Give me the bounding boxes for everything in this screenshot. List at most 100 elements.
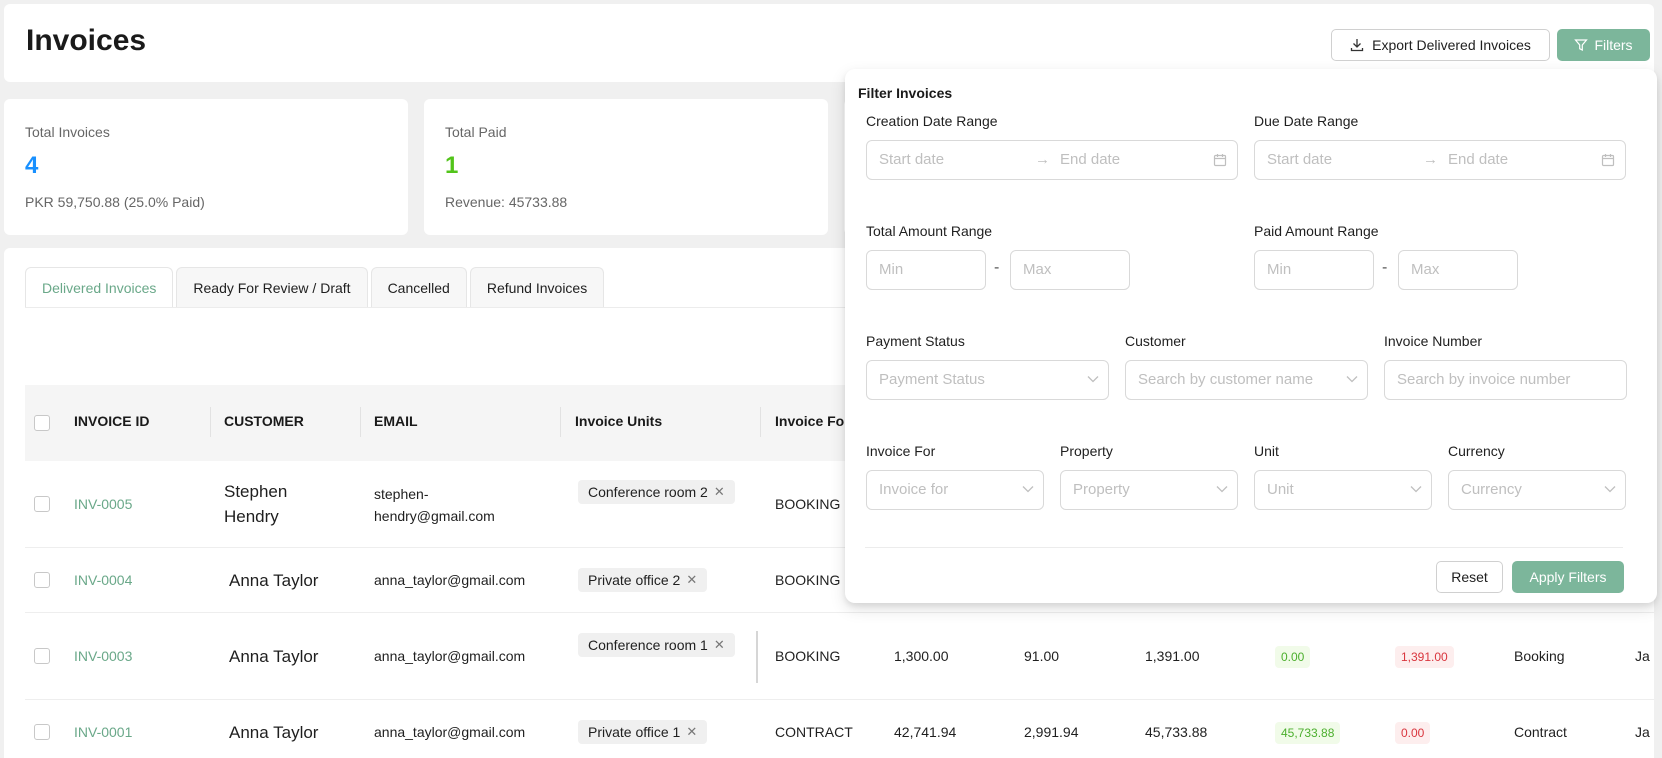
customer-placeholder: Search by customer name [1138, 371, 1314, 388]
page-title: Invoices [26, 24, 147, 57]
invoice-id-link[interactable]: INV-0004 [74, 572, 132, 588]
invoice-number-placeholder: Search by invoice number [1397, 371, 1571, 388]
currency-placeholder: Currency [1461, 481, 1522, 498]
column-header-invoice-units[interactable]: Invoice Units [575, 413, 662, 429]
paid-amount-max-input[interactable]: Max [1398, 250, 1518, 290]
customer-name: Anna Taylor [229, 723, 319, 742]
filters-button-label: Filters [1594, 37, 1633, 53]
invoice-for: BOOKING [775, 648, 841, 664]
table-row[interactable]: INV-0003 Anna Taylor anna_taylor@gmail.c… [25, 613, 1654, 700]
date-cell-fragment: Ja [1635, 724, 1650, 740]
tab-ready-for-review-draft[interactable]: Ready For Review / Draft [176, 267, 368, 307]
select-all-checkbox[interactable] [34, 415, 50, 431]
customer-label: Customer [1125, 333, 1186, 349]
apply-filters-button[interactable]: Apply Filters [1512, 561, 1624, 593]
end-date-input[interactable]: End date [1060, 151, 1120, 168]
stat-value: 4 [25, 152, 39, 179]
total-invoices-card: Total Invoices 4 PKR 59,750.88 (25.0% Pa… [4, 99, 408, 235]
property-select[interactable]: Property [1060, 470, 1238, 510]
currency-label: Currency [1448, 443, 1505, 459]
invoice-for: CONTRACT [775, 724, 853, 740]
unit-select[interactable]: Unit [1254, 470, 1432, 510]
total-amount-min-input[interactable]: Min [866, 250, 986, 290]
row-checkbox[interactable] [34, 648, 50, 664]
max-placeholder: Max [1023, 261, 1052, 278]
customer-email: anna_taylor@gmail.com [374, 724, 526, 740]
customer-select[interactable]: Search by customer name [1125, 360, 1368, 400]
row-checkbox[interactable] [34, 496, 50, 512]
range-dash: - [1382, 259, 1388, 276]
close-icon[interactable]: ✕ [714, 484, 725, 500]
property-label: Property [1060, 443, 1113, 459]
payment-status-select[interactable]: Payment Status [866, 360, 1109, 400]
property-placeholder: Property [1073, 481, 1130, 498]
customer-email: anna_taylor@gmail.com [374, 648, 526, 664]
row-checkbox[interactable] [34, 724, 50, 740]
paid-amount-min-input[interactable]: Min [1254, 250, 1374, 290]
invoice-id-link[interactable]: INV-0005 [74, 496, 132, 512]
reset-filters-button[interactable]: Reset [1436, 561, 1503, 593]
unit-tag-label: Private office 1 [588, 724, 681, 740]
column-header-email[interactable]: EMAIL [374, 413, 418, 429]
column-header-invoice-id[interactable]: INVOICE ID [74, 413, 149, 429]
export-delivered-invoices-button[interactable]: Export Delivered Invoices [1331, 29, 1550, 61]
stat-subtext: PKR 59,750.88 (25.0% Paid) [25, 194, 205, 210]
invoice-number-input[interactable]: Search by invoice number [1384, 360, 1627, 400]
customer-email: stephen-hendry@gmail.com [374, 486, 495, 524]
calendar-icon[interactable] [1213, 153, 1227, 167]
tab-cancelled[interactable]: Cancelled [370, 267, 467, 307]
chevron-down-icon [1410, 486, 1422, 493]
unit-tag-label: Conference room 1 [588, 637, 708, 653]
filter-panel-title: Filter Invoices [858, 85, 953, 101]
payment-status-placeholder: Payment Status [879, 371, 985, 388]
invoice-type: Contract [1514, 724, 1567, 740]
column-divider [760, 407, 761, 437]
due-amount-badge: 0.00 [1395, 722, 1431, 744]
resize-handle[interactable] [756, 631, 758, 683]
chevron-down-icon [1346, 376, 1358, 383]
end-date-input[interactable]: End date [1448, 151, 1508, 168]
invoice-for-select[interactable]: Invoice for [866, 470, 1044, 510]
min-placeholder: Min [879, 261, 904, 278]
calendar-icon[interactable] [1601, 153, 1615, 167]
row-checkbox[interactable] [34, 572, 50, 588]
invoice-for-placeholder: Invoice for [879, 481, 949, 498]
date-cell-fragment: Ja [1635, 648, 1650, 664]
invoice-for: BOOKING [775, 572, 841, 588]
unit-tag-label: Private office 2 [588, 572, 681, 588]
table-row[interactable]: INV-0001 Anna Taylor anna_taylor@gmail.c… [25, 700, 1654, 758]
filter-icon [1574, 39, 1589, 51]
paid-amount-badge: 45,733.88 [1275, 722, 1341, 744]
invoice-id-link[interactable]: INV-0001 [74, 724, 132, 740]
start-date-input[interactable]: Start date [1267, 151, 1332, 168]
customer-name: Stephen Hendry [224, 482, 288, 526]
unit-tag-label: Conference room 2 [588, 484, 708, 500]
paid-amount-badge: 0.00 [1275, 646, 1311, 668]
tab-delivered-invoices[interactable]: Delivered Invoices [25, 267, 174, 307]
chevron-down-icon [1604, 486, 1616, 493]
invoice-for-label: Invoice For [866, 443, 936, 459]
column-header-invoice-for[interactable]: Invoice For [775, 413, 850, 429]
creation-date-range-picker[interactable]: Start date → End date [866, 140, 1238, 180]
invoice-id-link[interactable]: INV-0003 [74, 648, 132, 664]
currency-select[interactable]: Currency [1448, 470, 1626, 510]
column-header-customer[interactable]: CUSTOMER [224, 413, 304, 429]
column-divider [560, 407, 561, 437]
due-date-range-picker[interactable]: Start date → End date [1254, 140, 1626, 180]
customer-email: anna_taylor@gmail.com [374, 572, 526, 588]
amount: 42,741.94 [894, 724, 957, 740]
chevron-down-icon [1216, 486, 1228, 493]
filters-button[interactable]: Filters [1557, 29, 1650, 61]
tab-refund-invoices[interactable]: Refund Invoices [469, 267, 605, 307]
close-icon[interactable]: ✕ [686, 572, 697, 588]
arrow-right-icon: → [1035, 151, 1050, 168]
close-icon[interactable]: ✕ [686, 724, 697, 740]
max-placeholder: Max [1411, 261, 1440, 278]
start-date-input[interactable]: Start date [879, 151, 944, 168]
due-amount-badge: 1,391.00 [1395, 646, 1454, 668]
total-amount-max-input[interactable]: Max [1010, 250, 1130, 290]
total-paid-card: Total Paid 1 Revenue: 45733.88 [424, 99, 828, 235]
close-icon[interactable]: ✕ [714, 637, 725, 653]
download-icon [1350, 39, 1364, 52]
filter-invoices-panel: Filter Invoices Creation Date Range Star… [845, 69, 1657, 603]
